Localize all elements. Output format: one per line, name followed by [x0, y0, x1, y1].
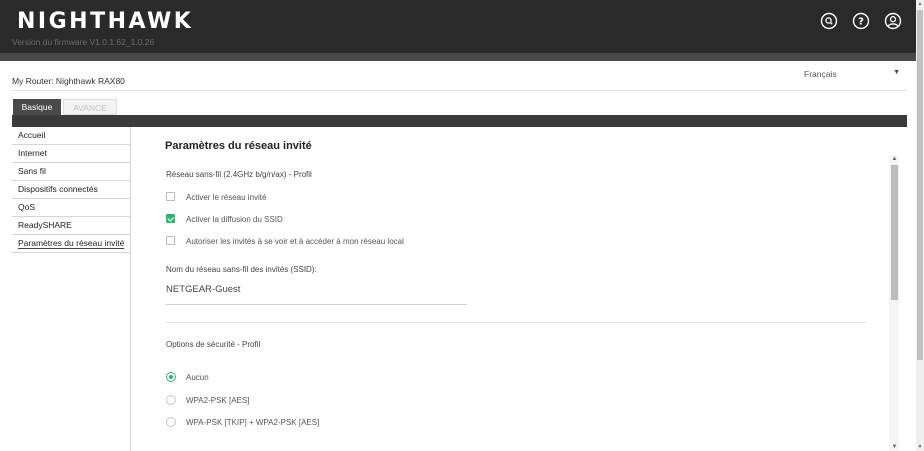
sidebar-item-readyshare[interactable]: ReadySHARE: [12, 217, 130, 235]
window-scroll-down-icon[interactable]: ▼: [916, 443, 924, 451]
nighthawk-logo: NIGHTHAWK: [17, 9, 194, 34]
top-header: NIGHTHAWK Version du firmware V1.0.1.62_…: [0, 0, 924, 53]
sidebar-item-sans-fil[interactable]: Sans fil: [12, 163, 130, 181]
sidebar-item-accueil[interactable]: Accueil: [12, 127, 130, 145]
chevron-down-icon: ▼: [893, 69, 900, 76]
tab-bar: [12, 115, 907, 127]
sidebar-item-guest-network[interactable]: Paramètres du réseau invité: [12, 235, 130, 253]
security-wpa2-radio[interactable]: [166, 395, 176, 405]
wireless-profile-label: Réseau sans-fil (2.4GHz b/g/n/ax) - Prof…: [166, 170, 312, 179]
ssid-label: Nom du réseau sans-fil des invités (SSID…: [166, 265, 317, 274]
ssid-broadcast-checkbox[interactable]: [166, 214, 175, 223]
router-name: My Router: Nighthawk RAX80: [12, 76, 125, 86]
security-wpa-wpa2-radio[interactable]: [166, 417, 176, 427]
search-icon[interactable]: [820, 12, 838, 30]
scroll-up-icon[interactable]: ▲: [891, 155, 898, 163]
window-scrollbar-thumb[interactable]: [917, 10, 923, 360]
sidebar-item-qos[interactable]: QoS: [12, 199, 130, 217]
enable-guest-network-checkbox[interactable]: [166, 192, 175, 201]
security-none-radio[interactable]: [166, 372, 176, 382]
security-options-label: Options de sécurité - Profil: [166, 340, 261, 349]
allow-local-access-checkbox[interactable]: [166, 236, 175, 245]
section-divider: [166, 322, 866, 323]
header-subbar: [0, 53, 924, 61]
help-icon[interactable]: ?: [852, 12, 870, 30]
divider: [12, 90, 907, 91]
window-scroll-up-icon[interactable]: ▲: [916, 0, 924, 8]
sidebar: Accueil Internet Sans fil Dispositifs co…: [12, 127, 131, 451]
content-scrollbar-thumb[interactable]: [891, 165, 898, 300]
ssid-input[interactable]: NETGEAR-Guest: [166, 284, 240, 295]
scroll-down-icon[interactable]: ▼: [891, 443, 898, 451]
tab-advanced[interactable]: AVANCE: [63, 99, 117, 115]
ssid-input-underline: [166, 304, 467, 305]
firmware-version: Version du firmware V1.0.1.62_1.0.26: [12, 37, 155, 47]
language-selected: Français: [804, 69, 837, 79]
sidebar-item-dispositifs[interactable]: Dispositifs connectés: [12, 181, 130, 199]
language-select[interactable]: Français ▼: [804, 69, 904, 81]
user-icon[interactable]: [884, 12, 902, 30]
svg-text:?: ?: [858, 17, 864, 28]
sidebar-item-internet[interactable]: Internet: [12, 145, 130, 163]
tab-basic[interactable]: Basique: [13, 99, 61, 115]
page-title: Paramètres du réseau invité: [165, 140, 312, 152]
